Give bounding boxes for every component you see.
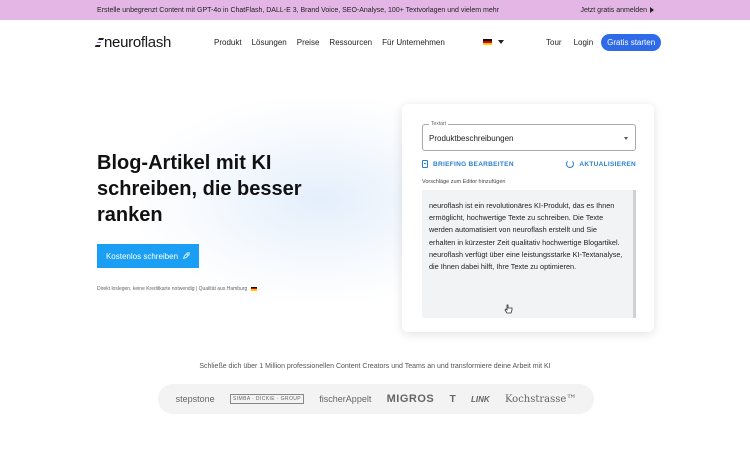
login-link[interactable]: Login	[574, 38, 594, 47]
refresh-icon	[566, 160, 575, 168]
logo-stepstone: stepstone	[175, 394, 215, 404]
promo-banner: Erstelle unbegrenzt Content mit GPT-4o i…	[0, 0, 750, 20]
chevron-down-icon	[498, 40, 504, 44]
trust-text: Schließe dich über 1 Million professione…	[199, 363, 551, 370]
logo-fischerappelt: fischerAppelt	[319, 394, 372, 404]
promo-text: Erstelle unbegrenzt Content mit GPT-4o i…	[97, 6, 499, 14]
hero-cta-button[interactable]: Kostenlos schreiben	[97, 244, 199, 268]
edit-briefing-label: BRIEFING BEARBEITEN	[433, 160, 514, 168]
tour-link[interactable]: Tour	[546, 38, 562, 47]
hero-title: Blog-Artikel mit KI schreiben, die besse…	[97, 152, 302, 226]
suggestion-text-area[interactable]: neuroflash ist ein revolutionäres KI-Pro…	[422, 190, 636, 318]
hero-note-text: Direkt loslegen, keine Kreditkarte notwe…	[97, 286, 248, 292]
nav-item-produkt[interactable]: Produkt	[214, 38, 242, 47]
nav-item-ressourcen[interactable]: Ressourcen	[329, 38, 372, 47]
hand-pointer-icon	[504, 304, 513, 314]
language-switcher[interactable]	[483, 39, 504, 45]
refresh-button[interactable]: AKTUALISIEREN	[566, 160, 636, 168]
logo-simba: SIMBA · DICKIE · GROUP	[230, 394, 304, 404]
card-actions: BRIEFING BEARBEITEN AKTUALISIEREN	[422, 160, 636, 168]
logo-text: neuroflash	[104, 34, 172, 51]
german-flag-icon	[250, 286, 257, 291]
nav-item-loesungen[interactable]: Lösungen	[252, 38, 287, 47]
scrollbar[interactable]	[633, 190, 636, 318]
suggestion-text: neuroflash ist ein revolutionäres KI-Pro…	[429, 201, 623, 272]
logo-migros: MIGROS	[386, 393, 435, 405]
hero-note: Direkt loslegen, keine Kreditkarte notwe…	[97, 286, 257, 292]
select-label: Textart	[429, 121, 449, 127]
editor-demo-card: Textart Produktbeschreibungen BRIEFING B…	[402, 104, 654, 332]
nav-item-preise[interactable]: Preise	[297, 38, 320, 47]
text-type-select[interactable]: Textart Produktbeschreibungen	[422, 121, 636, 151]
logo-mark-icon	[95, 38, 104, 47]
signup-button[interactable]: Gratis starten	[601, 34, 662, 51]
document-icon	[422, 160, 428, 168]
customer-logos: stepstone SIMBA · DICKIE · GROUP fischer…	[158, 384, 594, 414]
signup-banner-link[interactable]: Jetzt gratis anmelden	[580, 7, 654, 14]
logo-kochstrasse: Kochstrasse™	[504, 393, 577, 405]
nav-actions: Tour Login Gratis starten	[546, 34, 662, 51]
dropdown-arrow-icon	[624, 137, 628, 140]
logo-telekom: T	[449, 393, 456, 405]
logo[interactable]: neuroflash	[95, 34, 172, 51]
german-flag-icon	[483, 39, 492, 45]
edit-briefing-button[interactable]: BRIEFING BEARBEITEN	[422, 160, 514, 168]
suggestions-hint: Vorschläge zum Editor hinzufügen	[422, 179, 506, 185]
nav-menu: Produkt Lösungen Preise Ressourcen Für U…	[214, 38, 455, 47]
nav-item-unternehmen[interactable]: Für Unternehmen	[382, 38, 445, 47]
logo-link: LINK	[471, 394, 490, 404]
signup-banner-label: Jetzt gratis anmelden	[580, 6, 647, 14]
main-nav: neuroflash Produkt Lösungen Preise Resso…	[0, 20, 750, 66]
rocket-icon	[182, 252, 190, 260]
select-value: Produktbeschreibungen	[429, 134, 514, 143]
hero-cta-label: Kostenlos schreiben	[105, 251, 179, 261]
play-arrow-icon	[650, 7, 654, 13]
refresh-label: AKTUALISIEREN	[579, 160, 636, 168]
